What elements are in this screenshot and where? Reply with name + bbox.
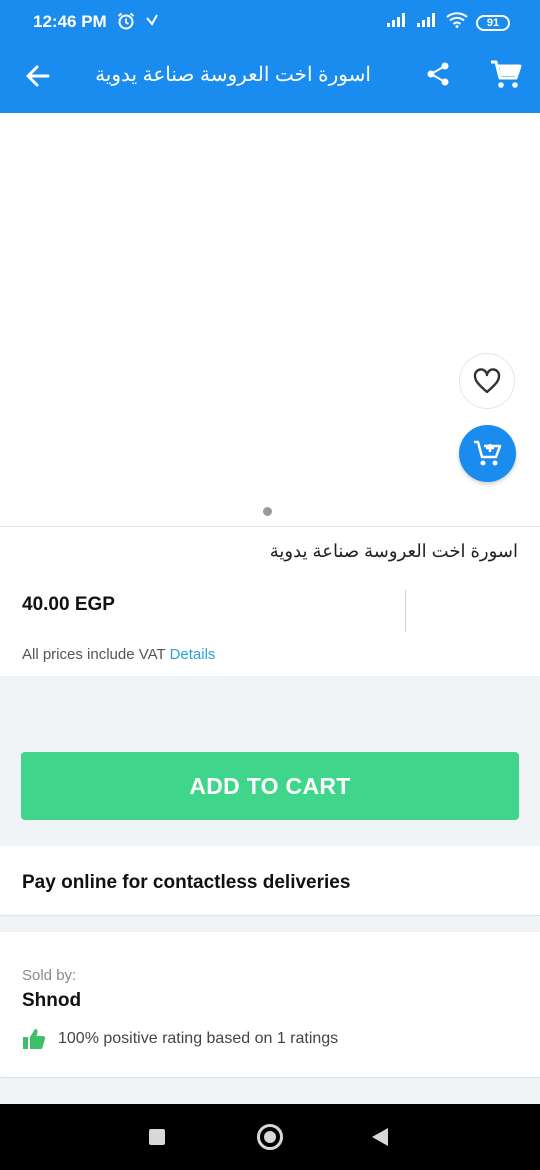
- cart-icon: [491, 60, 522, 88]
- vat-text: All prices include VAT: [22, 646, 166, 663]
- status-icons-left: [116, 11, 160, 36]
- cart-plus-icon: [473, 440, 501, 465]
- rating-text: 100% positive rating based on 1 ratings: [58, 1030, 339, 1047]
- price-divider: [405, 590, 406, 632]
- quick-add-to-cart-button[interactable]: [459, 425, 516, 482]
- cart-button[interactable]: [488, 58, 522, 92]
- signal-icon: [386, 12, 408, 33]
- divider: [0, 526, 540, 527]
- section-gap: [0, 918, 540, 932]
- arrow-left-icon: [26, 65, 50, 87]
- nfc-icon: [144, 11, 160, 36]
- signal-icon: [416, 12, 438, 33]
- product-price: 40.00 EGP: [22, 594, 115, 615]
- back-button[interactable]: [22, 60, 54, 92]
- vat-details-link[interactable]: Details: [170, 646, 216, 663]
- seller-card: Sold by: Shnod 100% positive rating base…: [0, 932, 540, 1078]
- image-page-indicator: [263, 507, 272, 516]
- battery-icon: 91: [476, 14, 510, 31]
- heart-icon: [473, 368, 501, 394]
- favorite-button[interactable]: [459, 353, 515, 409]
- status-icons-right: 91: [386, 12, 510, 33]
- pay-online-card[interactable]: Pay online for contactless deliveries: [0, 846, 540, 916]
- pay-online-text: Pay online for contactless deliveries: [22, 872, 351, 893]
- seller-name[interactable]: Shnod: [22, 990, 81, 1012]
- share-icon: [427, 62, 449, 86]
- thumbs-up-icon: [23, 1029, 46, 1049]
- product-image-gallery[interactable]: [0, 113, 540, 527]
- page-title: اسورة اخت العروسة صناعة يدوية: [95, 64, 371, 86]
- alarm-icon: [116, 11, 136, 36]
- toolbar: اسورة اخت العروسة صناعة يدوية: [0, 36, 540, 113]
- system-nav-bar: [0, 1104, 540, 1170]
- status-bar: 12:46 PM 91: [0, 0, 540, 36]
- product-title: اسورة اخت العروسة صناعة يدوية: [269, 541, 518, 561]
- section-gap: [0, 1080, 540, 1104]
- vat-notice: All prices include VAT Details: [22, 646, 215, 663]
- add-to-cart-button[interactable]: ADD TO CART: [21, 752, 519, 820]
- wifi-icon: [446, 12, 468, 33]
- home-button[interactable]: [257, 1124, 283, 1150]
- home-icon: [264, 1131, 276, 1143]
- seller-rating: 100% positive rating based on 1 ratings: [22, 1028, 338, 1050]
- system-back-button[interactable]: [372, 1128, 388, 1146]
- recent-apps-button[interactable]: [149, 1129, 165, 1145]
- share-button[interactable]: [424, 60, 452, 88]
- sold-by-label: Sold by:: [22, 967, 77, 984]
- status-time: 12:46 PM: [33, 12, 107, 31]
